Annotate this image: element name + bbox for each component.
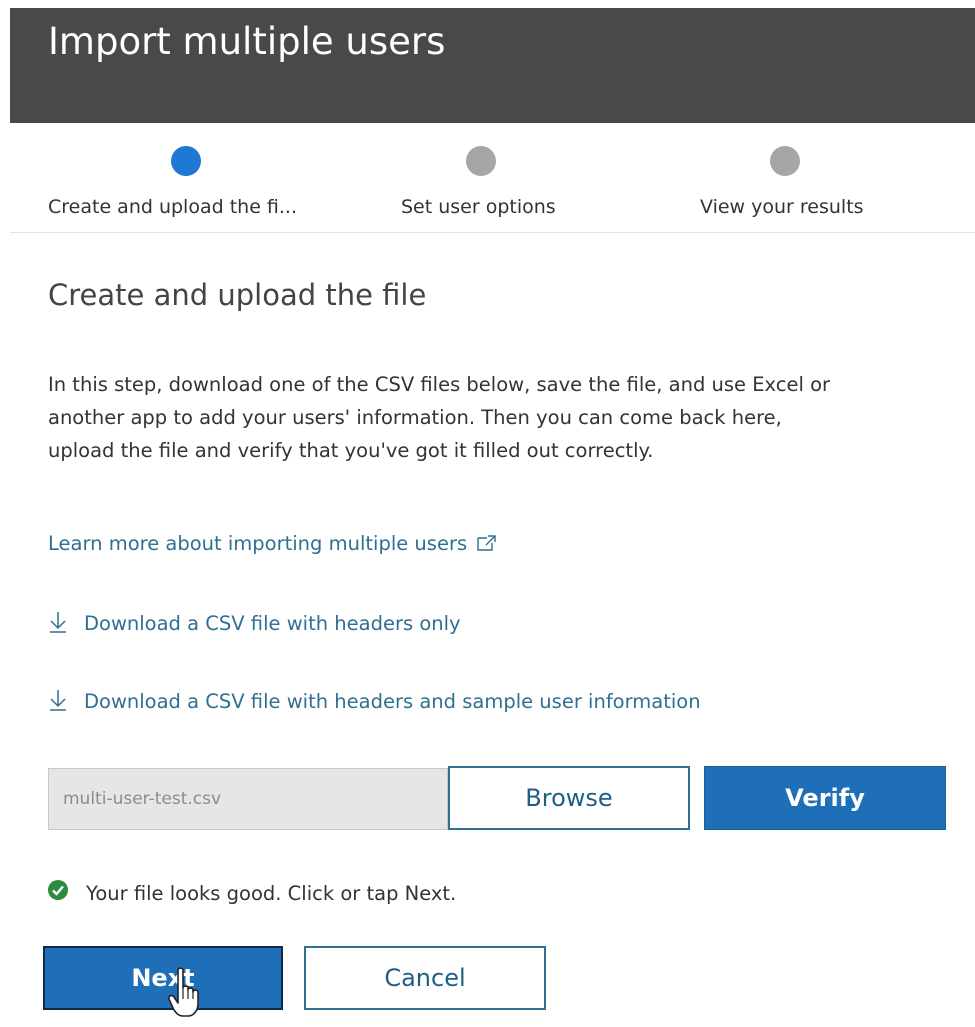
page-title: Import multiple users: [48, 20, 446, 63]
step-label: View your results: [700, 196, 864, 218]
step-label: Create and upload the fi...: [48, 196, 298, 218]
external-link-icon: [477, 533, 497, 556]
download-link-label: Download a CSV file with headers only: [84, 612, 461, 635]
download-headers-only-link[interactable]: Download a CSV file with headers only: [48, 610, 461, 639]
download-arrow-icon: [48, 688, 68, 717]
stepper-divider: [10, 232, 975, 233]
step-indicator-inactive: [466, 146, 496, 176]
cancel-button[interactable]: Cancel: [304, 946, 546, 1010]
check-circle-icon: [48, 880, 68, 905]
learn-more-label: Learn more about importing multiple user…: [48, 532, 468, 555]
step-label: Set user options: [401, 196, 556, 218]
intro-line: upload the file and verify that you've g…: [48, 439, 654, 462]
browse-button[interactable]: Browse: [448, 766, 690, 830]
header-bar: Import multiple users: [10, 8, 975, 123]
download-arrow-icon: [48, 610, 68, 639]
verify-button[interactable]: Verify: [704, 766, 946, 830]
section-title: Create and upload the file: [48, 278, 427, 312]
learn-more-link[interactable]: Learn more about importing multiple user…: [48, 532, 497, 556]
step-indicator-active: [171, 146, 201, 176]
stepper: Create and upload the fi... Set user opt…: [0, 138, 975, 233]
download-sample-data-link[interactable]: Download a CSV file with headers and sam…: [48, 688, 701, 717]
next-button[interactable]: Next: [43, 946, 283, 1010]
status-message: Your file looks good. Click or tap Next.: [86, 882, 457, 905]
file-path-input[interactable]: multi-user-test.csv: [48, 768, 448, 830]
intro-text: In this step, download one of the CSV fi…: [48, 368, 975, 467]
intro-line: another app to add your users' informati…: [48, 406, 782, 429]
download-link-label: Download a CSV file with headers and sam…: [84, 690, 701, 713]
validation-status: Your file looks good. Click or tap Next.: [48, 880, 457, 905]
step-indicator-inactive: [770, 146, 800, 176]
intro-line: In this step, download one of the CSV fi…: [48, 373, 831, 396]
hand-pointer-cursor-icon: [168, 966, 210, 1024]
